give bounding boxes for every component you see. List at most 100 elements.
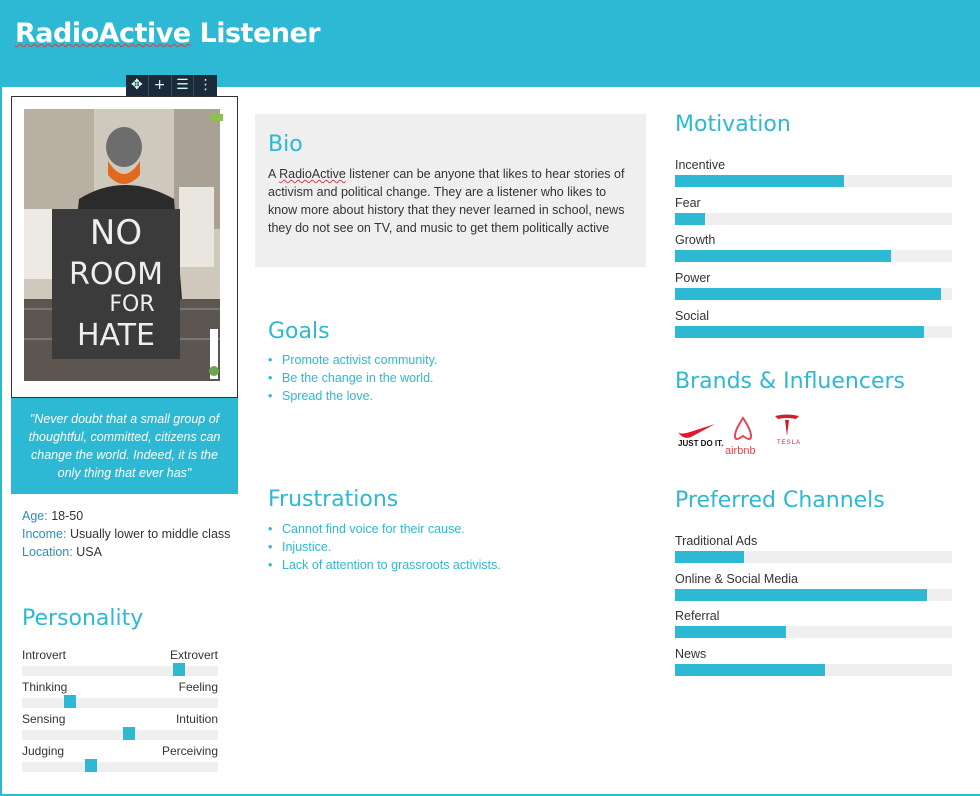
personality-track[interactable] (22, 663, 218, 676)
channel-bar-track (675, 626, 952, 639)
channel-bar-track (675, 588, 952, 601)
personality-track[interactable] (22, 759, 218, 772)
personality-knob[interactable] (84, 759, 97, 772)
motivation-bar-row: Incentive (675, 158, 952, 187)
motivation-bar-fill (675, 212, 706, 225)
personality-right-label: Extrovert (169, 648, 218, 662)
motivation-bar-fill (675, 325, 925, 338)
motivation-bar-label: Incentive (675, 158, 726, 172)
motivation-bar-row: Power (675, 271, 952, 301)
persona-photo-frame[interactable]: NO ROOM FOR HATE (11, 96, 238, 398)
channel-bar-fill (675, 626, 786, 639)
motivation-title: Motivation (675, 112, 791, 137)
move-icon[interactable]: ✥ (126, 75, 149, 96)
motivation-bar-fill (675, 175, 844, 187)
goals-list: Promote activist community. Be the chang… (268, 351, 437, 405)
motivation-bar-label: Fear (675, 195, 701, 210)
personality-title: Personality (22, 606, 144, 631)
motivation-bar-track (675, 250, 952, 263)
photo-badge-icon (211, 114, 223, 121)
motivation-bar-fill (675, 250, 892, 263)
personality-left-label: Judging (22, 744, 65, 758)
list-item: Cannot find voice for their cause. (268, 520, 501, 538)
personality-left-label: Introvert (22, 648, 67, 662)
protester-image: NO ROOM FOR HATE (24, 109, 220, 381)
more-icon[interactable]: ⋮ (194, 75, 217, 96)
motivation-bar-row: Social (675, 309, 952, 338)
age-value: 18-50 (47, 509, 84, 523)
page-title: RadioActive Listener (15, 18, 321, 49)
channel-bar-label: Referral (675, 609, 720, 624)
motivation-bar-track (675, 212, 952, 225)
personality-knob[interactable] (172, 663, 185, 676)
income-line: Income: Usually lower to middle class (22, 525, 232, 543)
personality-labels: Thinking Feeling (22, 680, 218, 696)
plus-icon[interactable]: + (149, 75, 172, 96)
channel-bar-fill (675, 551, 745, 563)
personality-slider[interactable]: Introvert Extrovert (22, 648, 218, 676)
age-label: Age: (22, 509, 48, 523)
personality-knob[interactable] (64, 695, 77, 708)
personality-slider[interactable]: Sensing Intuition (22, 712, 218, 740)
align-icon[interactable]: ☰ (172, 75, 195, 96)
personality-knob[interactable] (123, 727, 136, 740)
tesla-logo: TESLA (775, 414, 801, 446)
brand-logos-svg: JUST DO IT. airbnb TESLA (678, 414, 801, 457)
list-item: Be the change in the world. (268, 369, 437, 387)
page-title-brand: RadioActive (15, 18, 191, 49)
list-item: Lack of attention to grassroots activist… (268, 556, 501, 574)
channel-bar-row: Online & Social Media (675, 572, 952, 601)
bio-text: A RadioActive listener can be anyone tha… (268, 165, 636, 237)
personality-right-label: Perceiving (161, 744, 218, 758)
list-item: Spread the love. (268, 387, 437, 405)
personality-track[interactable] (22, 727, 218, 740)
persona-quote: "Never doubt that a small group of thoug… (11, 398, 238, 494)
location-line: Location: USA (22, 543, 232, 561)
personality-left-label: Sensing (22, 712, 66, 726)
personality-track[interactable] (22, 695, 218, 708)
motivation-bar-row: Fear (675, 196, 952, 225)
channel-bar-row: Referral (675, 609, 952, 639)
motivation-bar-label: Power (675, 271, 711, 286)
motivation-bar-track (675, 175, 952, 187)
motivation-bar-label: Social (675, 308, 710, 323)
personality-slider[interactable]: Thinking Feeling (22, 680, 218, 708)
demographics: Age: 18-50 Income: Usually lower to midd… (22, 507, 232, 561)
personality-slider[interactable]: Judging Perceiving (22, 744, 218, 772)
channel-bar-label: News (675, 647, 707, 662)
frame-left (0, 0, 2, 796)
personality-left-label: Thinking (22, 680, 68, 694)
location-value: USA (72, 545, 102, 559)
motivation-bar-track (675, 288, 952, 301)
channel-bar-label: Traditional Ads (675, 534, 758, 548)
channel-bar-fill (675, 664, 825, 677)
frustrations-title: Frustrations (268, 487, 399, 512)
bio-text-start: A (268, 167, 280, 181)
location-label: Location: (22, 545, 73, 559)
channel-bar-row: News (675, 647, 952, 677)
age-line: Age: 18-50 (22, 507, 232, 525)
svg-text:ROOM: ROOM (69, 257, 163, 292)
motivation-bar-fill (675, 288, 941, 301)
list-item: Promote activist community. (268, 351, 437, 369)
bio-text-brand: RadioActive (279, 167, 346, 181)
svg-text:FOR: FOR (109, 292, 154, 317)
nike-caption: JUST DO IT. (678, 439, 723, 448)
channel-bar-track (675, 664, 952, 677)
channel-bar-row: Traditional Ads (675, 534, 952, 563)
personality-labels: Judging Perceiving (22, 744, 218, 760)
page-title-rest: Listener (190, 18, 321, 49)
brands-title: Brands & Influencers (675, 369, 905, 394)
airbnb-logo: airbnb (725, 416, 756, 457)
personality-labels: Sensing Intuition (22, 712, 218, 728)
income-value: Usually lower to middle class (66, 527, 231, 541)
frustrations-list: Cannot find voice for their cause. Injus… (268, 520, 501, 574)
motivation-bar-label: Growth (675, 233, 716, 248)
motivation-bar-track (675, 325, 952, 338)
channels-title: Preferred Channels (675, 488, 885, 513)
personality-right-label: Feeling (178, 680, 218, 694)
motivation-bar-row: Growth (675, 233, 952, 263)
tesla-caption: TESLA (777, 440, 801, 446)
brands-logos: JUST DO IT. airbnb TESLA (675, 410, 815, 460)
svg-text:HATE: HATE (77, 318, 155, 353)
